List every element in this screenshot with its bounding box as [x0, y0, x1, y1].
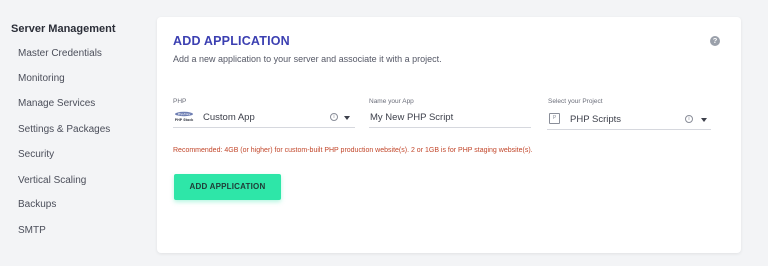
chevron-down-icon[interactable]	[701, 118, 707, 122]
php-select-value: Custom App	[203, 112, 255, 123]
sidebar-item-master-credentials[interactable]: Master Credentials	[18, 48, 102, 59]
php-stack-logo-icon: Php/Dev PHP Stack	[175, 111, 194, 122]
sidebar-item-monitoring[interactable]: Monitoring	[18, 73, 65, 84]
sidebar-item-settings-packages[interactable]: Settings & Packages	[18, 124, 110, 135]
info-icon[interactable]: i	[330, 113, 338, 121]
info-icon[interactable]: i	[685, 115, 693, 123]
php-select[interactable]: Php/Dev PHP Stack Custom App i	[173, 108, 355, 128]
sidebar-item-smtp[interactable]: SMTP	[18, 225, 46, 236]
sidebar-item-backups[interactable]: Backups	[18, 199, 56, 210]
logo-text-bottom: PHP Stack	[175, 118, 194, 122]
chevron-down-icon[interactable]	[344, 116, 350, 120]
sidebar: Server Management Master Credentials Mon…	[0, 0, 150, 266]
memory-recommendation: Recommended: 4GB (or higher) for custom-…	[173, 147, 533, 154]
sidebar-item-vertical-scaling[interactable]: Vertical Scaling	[18, 175, 86, 186]
sidebar-item-security[interactable]: Security	[18, 149, 54, 160]
page-subtitle: Add a new application to your server and…	[173, 54, 442, 64]
sidebar-title: Server Management	[11, 23, 116, 35]
logo-text-top: Php/Dev	[178, 112, 191, 116]
app-name-label: Name your App	[369, 98, 414, 105]
add-application-card: ADD APPLICATION Add a new application to…	[157, 17, 741, 253]
help-icon[interactable]: ?	[710, 36, 720, 46]
sidebar-item-manage-services[interactable]: Manage Services	[18, 98, 95, 109]
project-icon: P	[549, 113, 560, 124]
page-title: ADD APPLICATION	[173, 34, 290, 48]
php-label: PHP	[173, 98, 187, 105]
app-name-value: My New PHP Script	[370, 112, 454, 123]
add-application-button[interactable]: ADD APPLICATION	[174, 174, 281, 200]
project-select-value: PHP Scripts	[570, 114, 622, 125]
app-name-input[interactable]: My New PHP Script	[369, 108, 531, 128]
project-select[interactable]: P PHP Scripts i	[547, 110, 711, 130]
project-label: Select your Project	[548, 98, 603, 105]
